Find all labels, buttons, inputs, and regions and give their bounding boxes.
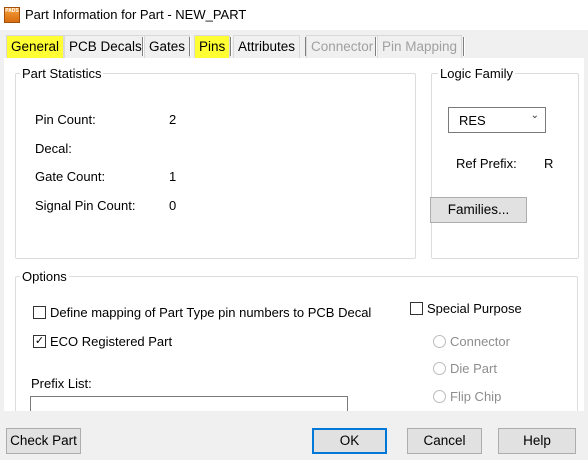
check-part-button[interactable]: Check Part: [6, 428, 81, 454]
tab-separator: [230, 37, 232, 56]
checkmark-icon: ✓: [34, 335, 45, 347]
tab-connector: Connector: [306, 35, 379, 58]
tab-attributes[interactable]: Attributes: [233, 35, 301, 58]
part-statistics-title: Part Statistics: [20, 66, 104, 81]
gate-count-label: Gate Count:: [35, 169, 106, 184]
tab-pins[interactable]: Pins: [194, 35, 231, 58]
decal-label: Decal:: [35, 141, 72, 156]
flip-chip-radio: [433, 390, 446, 403]
gate-count-value: 1: [169, 169, 177, 184]
tab-separator: [189, 37, 191, 56]
app-icon: PADS: [4, 7, 20, 23]
chevron-down-icon: ⌄: [530, 110, 539, 121]
tab-pin-mapping: Pin Mapping: [377, 35, 463, 58]
pin-count-value: 2: [169, 112, 177, 127]
logic-family-title: Logic Family: [438, 66, 515, 81]
signal-pin-count-value: 0: [169, 198, 177, 213]
logic-family-select[interactable]: RES ⌄: [448, 107, 546, 133]
logic-family-selected: RES: [459, 113, 486, 128]
special-purpose-checkbox[interactable]: [410, 302, 423, 315]
tab-gates[interactable]: Gates: [144, 35, 191, 58]
families-button[interactable]: Families...: [430, 197, 527, 223]
die-part-radio-label: Die Part: [450, 361, 497, 376]
define-mapping-checkbox[interactable]: [33, 306, 46, 319]
ref-prefix-label: Ref Prefix:: [456, 156, 517, 171]
define-mapping-label[interactable]: Define mapping of Part Type pin numbers …: [50, 305, 371, 320]
tab-separator: [463, 37, 465, 56]
special-purpose-label[interactable]: Special Purpose: [427, 301, 522, 316]
app-icon-text: PADS: [5, 8, 19, 14]
tab-general[interactable]: General: [6, 35, 65, 59]
ref-prefix-value: R: [544, 156, 554, 171]
general-tab-pane: Part Statistics Pin Count: 2 Decal: Gate…: [4, 58, 584, 416]
connector-radio: [433, 335, 446, 348]
cancel-button[interactable]: Cancel: [407, 428, 482, 454]
eco-registered-checkbox[interactable]: ✓: [33, 335, 46, 348]
signal-pin-count-label: Signal Pin Count:: [35, 198, 136, 213]
flip-chip-radio-label: Flip Chip: [450, 389, 502, 404]
eco-registered-label[interactable]: ECO Registered Part: [50, 334, 172, 349]
title-bar: PADS Part Information for Part - NEW_PAR…: [0, 0, 588, 30]
button-bar: Check Part OK Cancel Help: [0, 411, 588, 460]
part-statistics-group: Part Statistics: [15, 66, 416, 259]
die-part-radio: [433, 362, 446, 375]
pin-count-label: Pin Count:: [35, 112, 96, 127]
window-title: Part Information for Part - NEW_PART: [25, 7, 247, 22]
ok-button[interactable]: OK: [312, 428, 387, 454]
options-title: Options: [20, 269, 69, 284]
tab-pcb-decals[interactable]: PCB Decals: [64, 35, 147, 58]
help-button[interactable]: Help: [498, 428, 576, 454]
connector-radio-label: Connector: [450, 334, 510, 349]
prefix-list-label: Prefix List:: [31, 376, 92, 391]
